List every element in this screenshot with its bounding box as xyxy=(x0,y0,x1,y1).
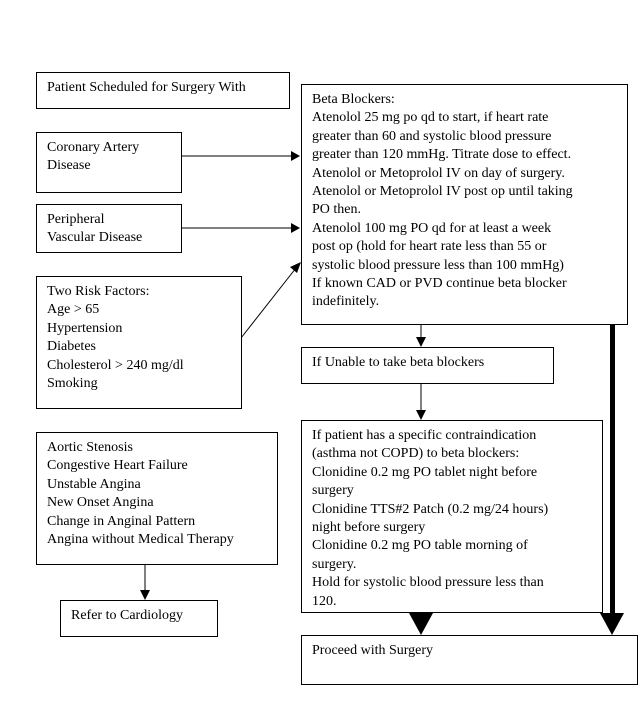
box-line: night before surgery xyxy=(312,520,426,536)
box-line: Clonidine 0.2 mg PO tablet night before xyxy=(312,464,538,480)
box-line: Unstable Angina xyxy=(47,476,141,492)
box-line: Atenolol 25 mg po qd to start, if heart … xyxy=(312,110,549,126)
box-line: Beta Blockers: xyxy=(312,92,395,107)
box-line: Atenolol or Metoprolol IV on day of surg… xyxy=(312,165,565,181)
box-line: greater than 120 mmHg. Titrate dose to e… xyxy=(312,147,572,163)
box-line: post op (hold for heart rate less than 5… xyxy=(312,239,547,255)
risk-factors-box: Two Risk Factors: Age > 65 Hypertension Dia… xyxy=(36,276,242,409)
arrowhead xyxy=(291,223,300,233)
arrowhead xyxy=(290,262,301,273)
box-line: Hold for systolic blood pressure less th… xyxy=(312,575,544,591)
arrowhead xyxy=(600,613,624,635)
arrow-clonidine-to-proceed xyxy=(409,613,433,635)
box-line: Age > 65 xyxy=(47,302,100,318)
box-line: Atenolol 100 mg PO qd for at least a wee… xyxy=(312,220,552,236)
box-line: Peripheral xyxy=(47,212,105,227)
box-line: Smoking xyxy=(47,376,98,392)
box-line: Two Risk Factors: xyxy=(47,284,150,299)
box-line: If known CAD or PVD continue beta blocke… xyxy=(312,276,567,292)
box-line: Hypertension xyxy=(47,320,123,336)
box-line: Aortic Stenosis xyxy=(47,440,133,455)
box-line: Disease xyxy=(47,158,91,174)
arrowhead xyxy=(140,590,150,600)
proceed-surgery-box: Proceed with Surgery xyxy=(301,635,638,685)
box-line: Coronary Artery xyxy=(47,140,140,155)
box-line: 120. xyxy=(312,593,337,609)
clonidine-box: If patient has a specific contraindicati… xyxy=(301,420,603,613)
box-line: Vascular Disease xyxy=(47,230,143,246)
box-line: If Unable to take beta blockers xyxy=(312,355,485,370)
box-line: surgery xyxy=(312,483,354,499)
start-box: Patient Scheduled for Surgery With xyxy=(36,72,290,109)
arrowhead xyxy=(416,410,426,420)
box-line: greater than 60 and systolic blood press… xyxy=(312,128,552,144)
arrowhead xyxy=(416,337,426,347)
box-line: Congestive Heart Failure xyxy=(47,458,188,474)
refer-cardiology-box: Refer to Cardiology xyxy=(60,600,218,637)
unable-box: If Unable to take beta blockers xyxy=(301,347,554,384)
box-line: surgery. xyxy=(312,556,357,572)
box-line: New Onset Angina xyxy=(47,495,154,511)
box-line: Diabetes xyxy=(47,339,96,355)
cad-box: Coronary Artery Disease xyxy=(36,132,182,193)
box-line: (asthma not COPD) to beta blockers: xyxy=(312,446,520,462)
box-line: PO then. xyxy=(312,202,361,218)
box-line: Cholesterol > 240 mg/dl xyxy=(47,357,184,373)
box-line: Atenolol or Metoprolol IV post op until … xyxy=(312,184,573,200)
box-line: Patient Scheduled for Surgery With xyxy=(47,80,246,95)
arrowhead xyxy=(291,151,300,161)
box-line: Angina without Medical Therapy xyxy=(47,532,234,548)
box-line: systolic blood pressure less than 100 mm… xyxy=(312,257,564,273)
beta-blockers-box: Beta Blockers: Atenolol 25 mg po qd to st… xyxy=(301,84,628,325)
cardiac-conditions-box: Aortic Stenosis Congestive Heart Failure U… xyxy=(36,432,278,565)
box-line: Proceed with Surgery xyxy=(312,643,434,658)
pvd-box: Peripheral Vascular Disease xyxy=(36,204,182,253)
box-line: Change in Anginal Pattern xyxy=(47,513,196,529)
box-line: Clonidine 0.2 mg PO table morning of xyxy=(312,538,528,554)
box-line: Refer to Cardiology xyxy=(71,608,183,623)
arrow-risk-to-beta xyxy=(240,267,297,339)
box-line: Clonidine TTS#2 Patch (0.2 mg/24 hours) xyxy=(312,501,549,517)
arrow-beta-to-proceed xyxy=(610,324,615,616)
box-line: indefinitely. xyxy=(312,294,380,310)
box-line: If patient has a specific contraindicati… xyxy=(312,428,537,443)
